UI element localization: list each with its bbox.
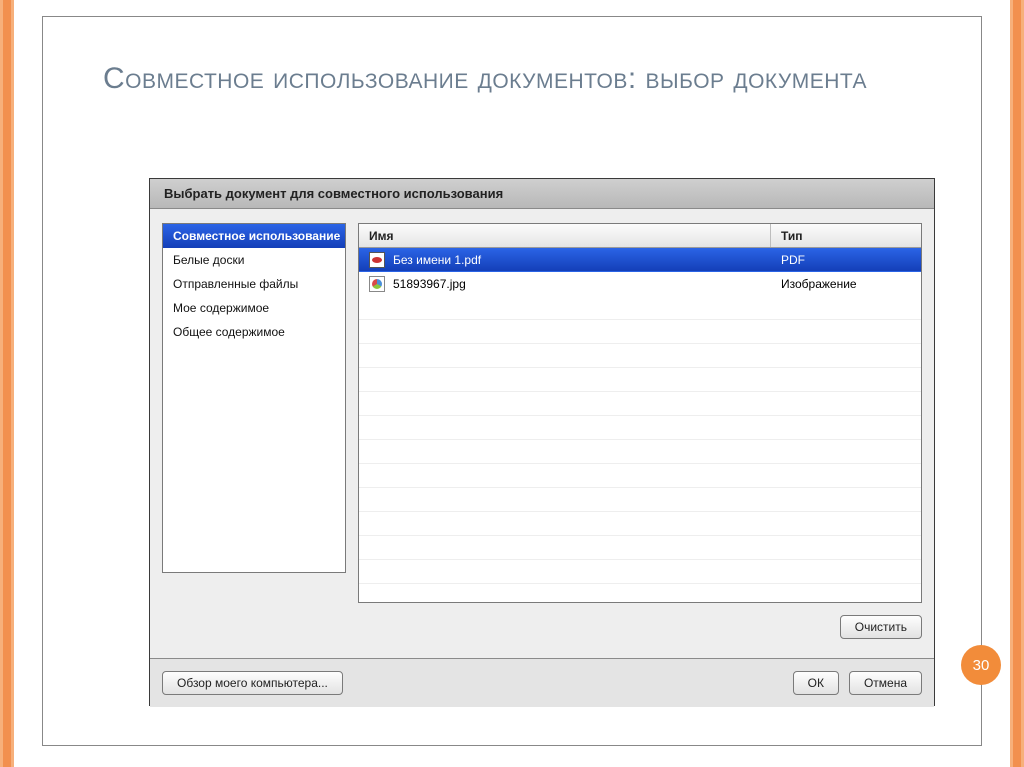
empty-row — [359, 416, 921, 440]
file-type: PDF — [771, 253, 921, 267]
sidebar-item-my-content[interactable]: Мое содержимое — [163, 296, 345, 320]
file-name: 51893967.jpg — [393, 277, 466, 291]
table-row[interactable]: 51893967.jpg Изображение — [359, 272, 921, 296]
sidebar-item-whiteboards[interactable]: Белые доски — [163, 248, 345, 272]
table-header: Имя Тип — [359, 224, 921, 248]
empty-row — [359, 488, 921, 512]
column-header-name[interactable]: Имя — [359, 224, 771, 247]
table-rows: Без имени 1.pdf PDF 51893967.jpg Изображ… — [359, 248, 921, 584]
empty-row — [359, 536, 921, 560]
sidebar-item-label: Мое содержимое — [173, 301, 269, 315]
empty-row — [359, 320, 921, 344]
file-name: Без имени 1.pdf — [393, 253, 481, 267]
empty-row — [359, 440, 921, 464]
pdf-icon — [369, 252, 385, 268]
sidebar-item-shared-use[interactable]: Совместное использование — [163, 224, 345, 248]
choose-document-dialog: Выбрать документ для совместного использ… — [149, 178, 935, 706]
accent-bar-left-inner — [3, 0, 11, 767]
page-number-badge: 30 — [961, 645, 1001, 685]
file-table: Имя Тип Без имени 1.pdf PDF — [358, 223, 922, 603]
empty-row — [359, 296, 921, 320]
file-type: Изображение — [771, 277, 921, 291]
slide: Совместное использование документов: выб… — [0, 0, 1024, 767]
slide-title: Совместное использование документов: выб… — [43, 17, 981, 107]
empty-row — [359, 344, 921, 368]
empty-row — [359, 368, 921, 392]
category-sidebar: Совместное использование Белые доски Отп… — [162, 223, 346, 573]
empty-row — [359, 464, 921, 488]
column-header-type[interactable]: Тип — [771, 224, 921, 247]
sidebar-item-label: Белые доски — [173, 253, 244, 267]
image-icon — [369, 276, 385, 292]
clear-button[interactable]: Очистить — [840, 615, 922, 639]
accent-bar-right — [1010, 0, 1024, 767]
dialog-footer: Обзор моего компьютера... ОК Отмена — [150, 659, 934, 707]
table-row[interactable]: Без имени 1.pdf PDF — [359, 248, 921, 272]
empty-row — [359, 560, 921, 584]
accent-bar-right-inner — [1013, 0, 1021, 767]
empty-row — [359, 512, 921, 536]
sidebar-item-shared-content[interactable]: Общее содержимое — [163, 320, 345, 344]
empty-row — [359, 392, 921, 416]
sidebar-item-sent-files[interactable]: Отправленные файлы — [163, 272, 345, 296]
sidebar-item-label: Отправленные файлы — [173, 277, 298, 291]
dialog-title: Выбрать документ для совместного использ… — [164, 186, 503, 201]
accent-bar-left — [0, 0, 14, 767]
sidebar-item-label: Совместное использование — [173, 229, 340, 243]
dialog-titlebar: Выбрать документ для совместного использ… — [150, 179, 934, 209]
ok-button[interactable]: ОК — [793, 671, 839, 695]
dialog-body: Совместное использование Белые доски Отп… — [150, 209, 934, 659]
sidebar-item-label: Общее содержимое — [173, 325, 285, 339]
cancel-button[interactable]: Отмена — [849, 671, 922, 695]
browse-button[interactable]: Обзор моего компьютера... — [162, 671, 343, 695]
slide-frame: Совместное использование документов: выб… — [42, 16, 982, 746]
